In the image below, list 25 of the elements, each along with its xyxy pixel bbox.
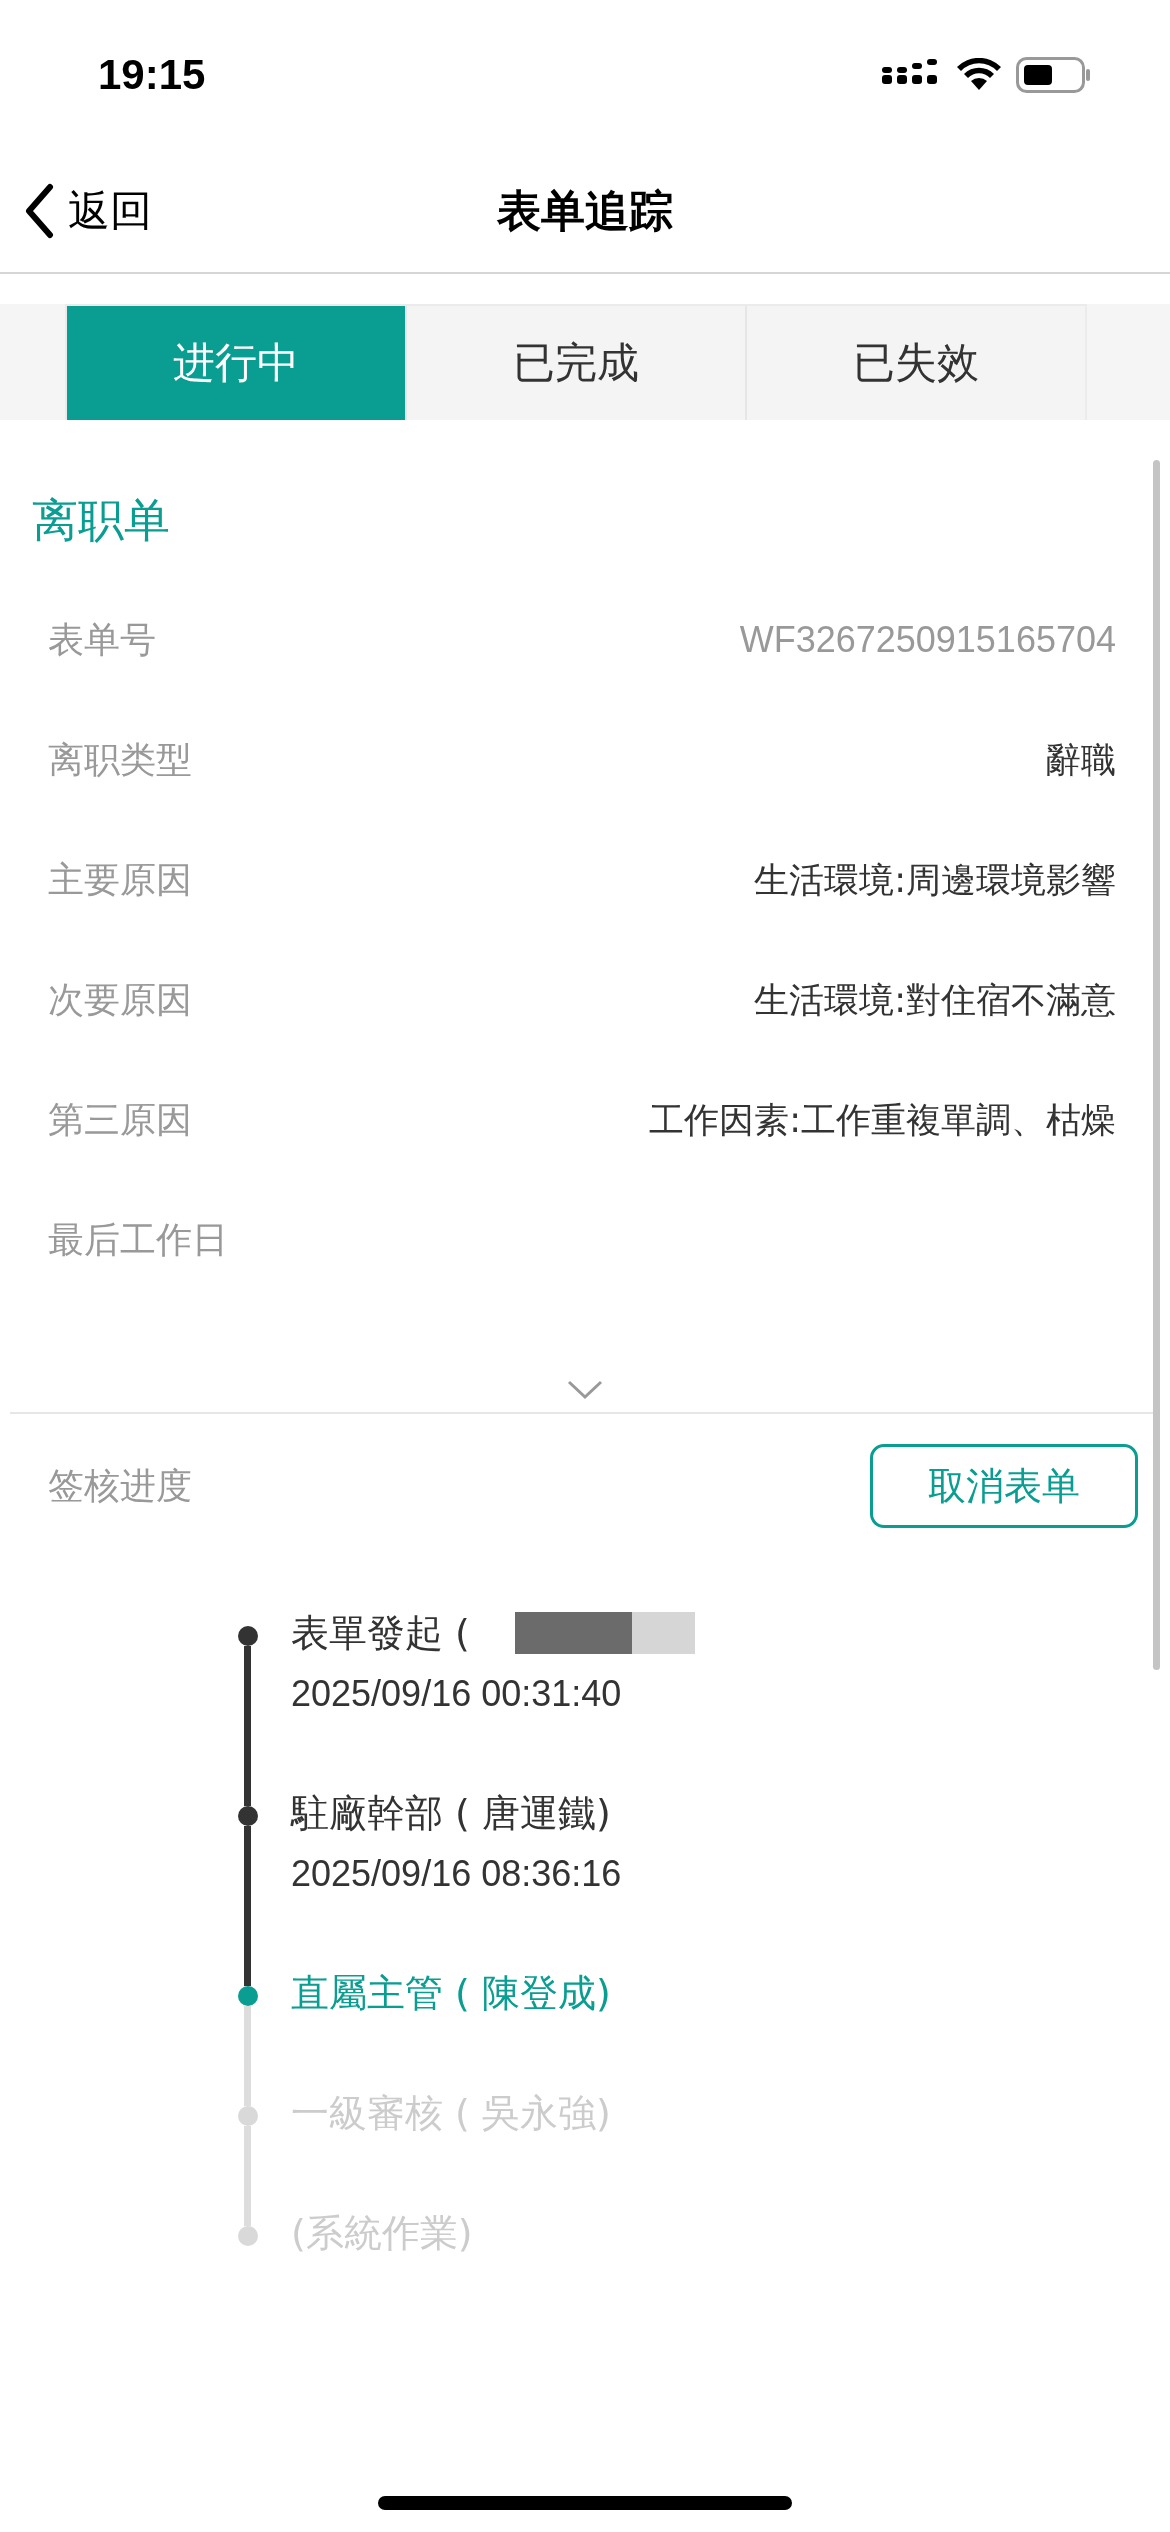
step-time: 2025/09/16 08:36:16 — [291, 1853, 622, 1895]
battery-icon — [1016, 57, 1092, 93]
form-title: 离职单 — [31, 492, 171, 549]
step-time: 2025/09/16 00:31:40 — [291, 1673, 622, 1715]
field-label: 主要原因 — [48, 857, 192, 902]
chevron-down-icon[interactable] — [567, 1380, 603, 1400]
field-label: 离职类型 — [48, 737, 192, 782]
step-name: 直屬主管 ( 陳登成) — [291, 1970, 611, 2017]
field-label: 第三原因 — [48, 1097, 192, 1142]
page-title: 表单追踪 — [497, 183, 673, 238]
field-label: 次要原因 — [48, 977, 192, 1022]
field-label: 最后工作日 — [48, 1217, 228, 1262]
step-name: 駐廠幹部 ( 唐運鐵) — [291, 1790, 612, 1837]
field-value: 生活環境:對住宿不滿意 — [754, 978, 1116, 1022]
section-label: 签核进度 — [48, 1463, 192, 1508]
status-time: 19:15 — [98, 51, 206, 99]
wifi-icon — [956, 58, 1002, 92]
step-name: 表單發起 ( — [291, 1610, 471, 1657]
field-value: WF3267250915165704 — [739, 619, 1116, 661]
chevron-left-icon — [24, 183, 54, 239]
back-button[interactable]: 返回 — [24, 150, 152, 272]
field-label: 表单号 — [48, 617, 156, 662]
field-value: 辭職 — [1046, 738, 1116, 782]
field-value: 工作因素:工作重複單調、枯燥 — [649, 1098, 1116, 1142]
field-value: 生活環境:周邊環境影響 — [754, 858, 1116, 902]
